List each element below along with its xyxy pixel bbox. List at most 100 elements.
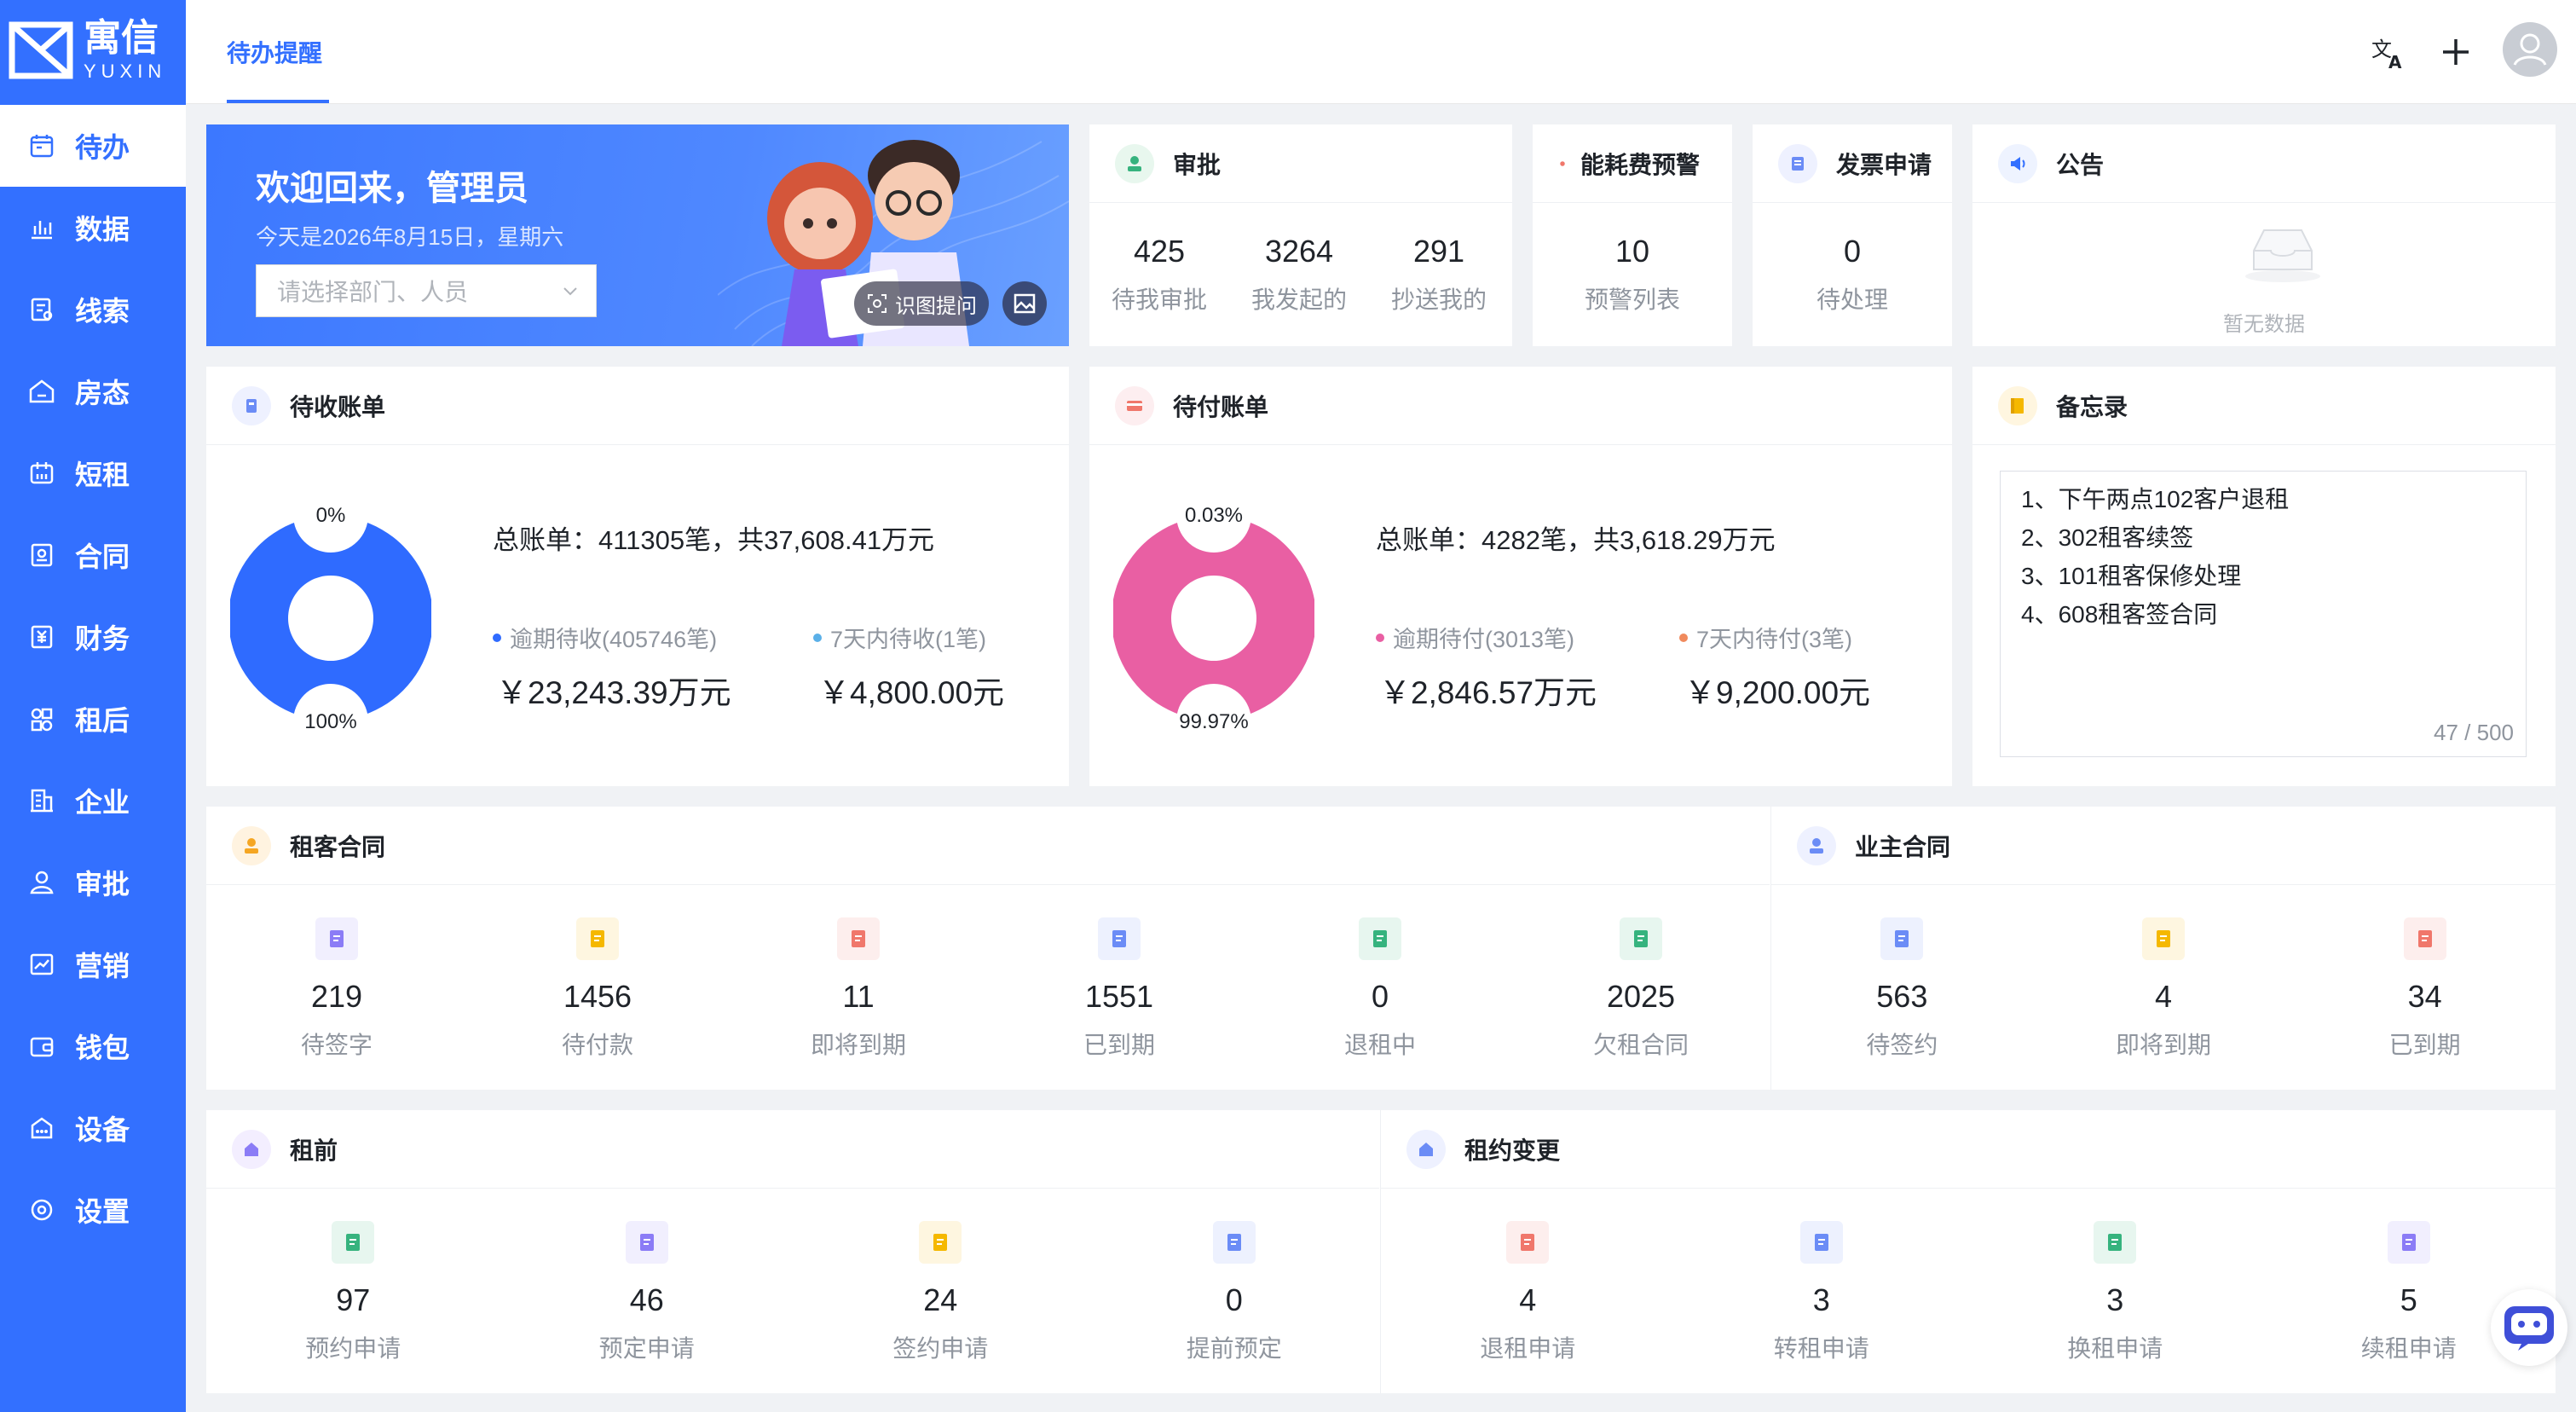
sidebar-item-10[interactable]: 营销 bbox=[0, 923, 186, 1005]
stat-value: 3 bbox=[1812, 1282, 1830, 1317]
lease-card: 租前 租约变更 97 预约申请 46 预定申请 24 签约申请 0 提前预定 4 退租申请 3 转租… bbox=[206, 1110, 2556, 1393]
sidebar-item-0[interactable]: 待办 bbox=[0, 105, 186, 187]
megaphone-icon bbox=[1998, 143, 2037, 183]
stat-value: 1456 bbox=[563, 979, 632, 1014]
document-icon bbox=[919, 1221, 962, 1264]
sidebar-item-7[interactable]: 租后 bbox=[0, 678, 186, 760]
document-icon bbox=[2094, 1221, 2137, 1264]
stat-label: 转租申请 bbox=[1773, 1335, 1869, 1362]
sidebar-item-2[interactable]: 线索 bbox=[0, 269, 186, 350]
stat-value: 1551 bbox=[1084, 979, 1154, 1014]
sidebar-item-8[interactable]: 企业 bbox=[0, 760, 186, 842]
stat-label: 签约申请 bbox=[892, 1335, 989, 1362]
welcome-date: 今天是2026年8月15日，星期六 bbox=[256, 224, 564, 250]
translate-icon[interactable]: 文 A bbox=[2368, 32, 2407, 72]
logo-en: YUXIN bbox=[84, 61, 167, 82]
contract-card: 租客合同 业主合同 219 待签字 1456 待付款 11 即将到期 1551 已到期 0 退租中… bbox=[206, 807, 2556, 1090]
image-icon bbox=[1014, 293, 1036, 314]
receivable-card: 待收账单 0% 100% 总账单：411305笔，共37,608.41万元 逾期待… bbox=[206, 367, 1069, 786]
stat-value: 3 bbox=[2106, 1282, 2124, 1317]
svg-text:A: A bbox=[2388, 52, 2402, 72]
sidebar-item-label: 待办 bbox=[75, 132, 130, 163]
sidebar-item-label: 设备 bbox=[75, 1114, 130, 1145]
memo-line: 1、下午两点102客户退租 bbox=[2021, 486, 2290, 512]
donut-percent-label: 0.03% bbox=[1185, 504, 1243, 527]
tab-todo[interactable]: 待办提醒 bbox=[227, 0, 322, 104]
app-logo[interactable]: 寓信 YUXIN bbox=[0, 0, 186, 101]
stat-value: 0 bbox=[1843, 234, 1862, 269]
sidebar-item-6[interactable]: 财务 bbox=[0, 596, 186, 678]
energy-warning-card: 能耗费预警 10 预警列表 bbox=[1533, 124, 1732, 346]
document-icon bbox=[2403, 917, 2446, 960]
user-avatar[interactable] bbox=[2503, 22, 2557, 77]
document-icon bbox=[1359, 917, 1401, 960]
legend-label: 7天内待收(1笔) bbox=[830, 627, 987, 652]
owner-icon bbox=[1797, 825, 1836, 865]
receivable-soon-legend: 7天内待收(1笔) bbox=[813, 621, 986, 654]
sidebar-item-5[interactable]: 合同 bbox=[0, 514, 186, 596]
sidebar-item-1[interactable]: 数据 bbox=[0, 187, 186, 269]
stat-label: 待我审批 bbox=[1111, 286, 1207, 313]
image-upload-button[interactable] bbox=[1002, 281, 1047, 326]
document-icon bbox=[1620, 917, 1662, 960]
invoice-title: 发票申请 bbox=[1836, 151, 1932, 178]
approval-user-icon bbox=[1115, 143, 1154, 183]
payable-card: 待付账单 0.03% 99.97% 总账单：4282笔，共3,618.29万元 逾… bbox=[1089, 367, 1952, 786]
stat-value: 219 bbox=[310, 979, 363, 1014]
department-person-select[interactable]: 请选择部门、人员 bbox=[256, 264, 597, 317]
payable-title: 待付账单 bbox=[1173, 393, 1269, 420]
sidebar-item-3[interactable]: 房态 bbox=[0, 350, 186, 432]
sidebar-item-13[interactable]: 设置 bbox=[0, 1169, 186, 1251]
calendar-icon bbox=[30, 135, 54, 158]
scan-icon bbox=[868, 294, 887, 313]
logo-cn: 寓信 bbox=[84, 17, 159, 59]
stat-label: 即将到期 bbox=[2115, 1032, 2211, 1058]
notice-empty-text: 暂无数据 bbox=[2223, 313, 2305, 336]
energy-title: 能耗费预警 bbox=[1580, 151, 1701, 178]
stat-value: 97 bbox=[336, 1282, 371, 1317]
memo-line: 3、101租客保修处理 bbox=[2021, 563, 2242, 589]
approval-title: 审批 bbox=[1173, 151, 1222, 178]
stat-label: 退租中 bbox=[1343, 1032, 1416, 1058]
receivable-total: 总账单：411305笔，共37,608.41万元 bbox=[493, 525, 935, 555]
short-rent-icon bbox=[30, 462, 54, 484]
invoice-stat[interactable]: 0 待处理 bbox=[1753, 234, 1952, 315]
document-icon bbox=[1098, 917, 1141, 960]
memo-textarea[interactable]: 1、下午两点102客户退租 2、302租客续签 3、101租客保修处理 4、608租客… bbox=[2000, 471, 2527, 757]
stat-label: 待签约 bbox=[1866, 1032, 1938, 1058]
payable-soon-amount[interactable]: ￥9,200.00元 bbox=[1684, 667, 1870, 713]
document-icon bbox=[837, 917, 880, 960]
donut-percent-label: 100% bbox=[304, 710, 356, 733]
donut-label-top: 0.03% bbox=[1176, 477, 1251, 553]
receivable-overdue-amount[interactable]: ￥23,243.39万元 bbox=[496, 667, 731, 713]
approval-stat-cc[interactable]: 291 抄送我的 bbox=[1369, 234, 1509, 315]
stat-value: 0 bbox=[1225, 1282, 1243, 1317]
memo-line: 2、302租客续签 bbox=[2021, 524, 2194, 551]
approval-stat-pending[interactable]: 425 待我审批 bbox=[1089, 234, 1229, 315]
sidebar-item-4[interactable]: 短租 bbox=[0, 432, 186, 514]
stat-label: 已到期 bbox=[2388, 1032, 2461, 1058]
welcome-banner: 欢迎回来，管理员 今天是2026年8月15日，星期六 请选择部门、人员 识图提问 bbox=[206, 124, 1069, 346]
stat-value: 291 bbox=[1412, 234, 1465, 269]
legend-dot bbox=[1376, 633, 1384, 642]
energy-stat[interactable]: 10 预警列表 bbox=[1533, 234, 1732, 315]
sidebar-item-label: 企业 bbox=[75, 787, 130, 818]
donut-percent-label: 99.97% bbox=[1179, 710, 1248, 733]
approval-stat-initiated[interactable]: 3264 我发起的 bbox=[1229, 234, 1369, 315]
bar-chart-icon bbox=[32, 221, 52, 240]
notice-title: 公告 bbox=[2056, 151, 2105, 178]
ocr-question-button[interactable]: 识图提问 bbox=[854, 281, 989, 326]
payable-overdue-amount[interactable]: ￥2,846.57万元 bbox=[1379, 667, 1597, 713]
lease-change-title: 租约变更 bbox=[1464, 1137, 1561, 1164]
section-divider bbox=[1380, 1110, 1381, 1393]
stat-value: 3264 bbox=[1264, 234, 1334, 269]
stat-label: 提前预定 bbox=[1186, 1335, 1282, 1362]
receivable-soon-amount[interactable]: ￥4,800.00元 bbox=[818, 667, 1004, 713]
ai-assistant-button[interactable] bbox=[2491, 1289, 2567, 1366]
empty-inbox-icon bbox=[2245, 229, 2320, 282]
add-icon[interactable] bbox=[2436, 32, 2475, 72]
sidebar-item-9[interactable]: 审批 bbox=[0, 842, 186, 923]
sidebar-item-12[interactable]: 设备 bbox=[0, 1087, 186, 1169]
sidebar-item-11[interactable]: 钱包 bbox=[0, 1005, 186, 1087]
stat-label: 预警列表 bbox=[1584, 286, 1680, 313]
